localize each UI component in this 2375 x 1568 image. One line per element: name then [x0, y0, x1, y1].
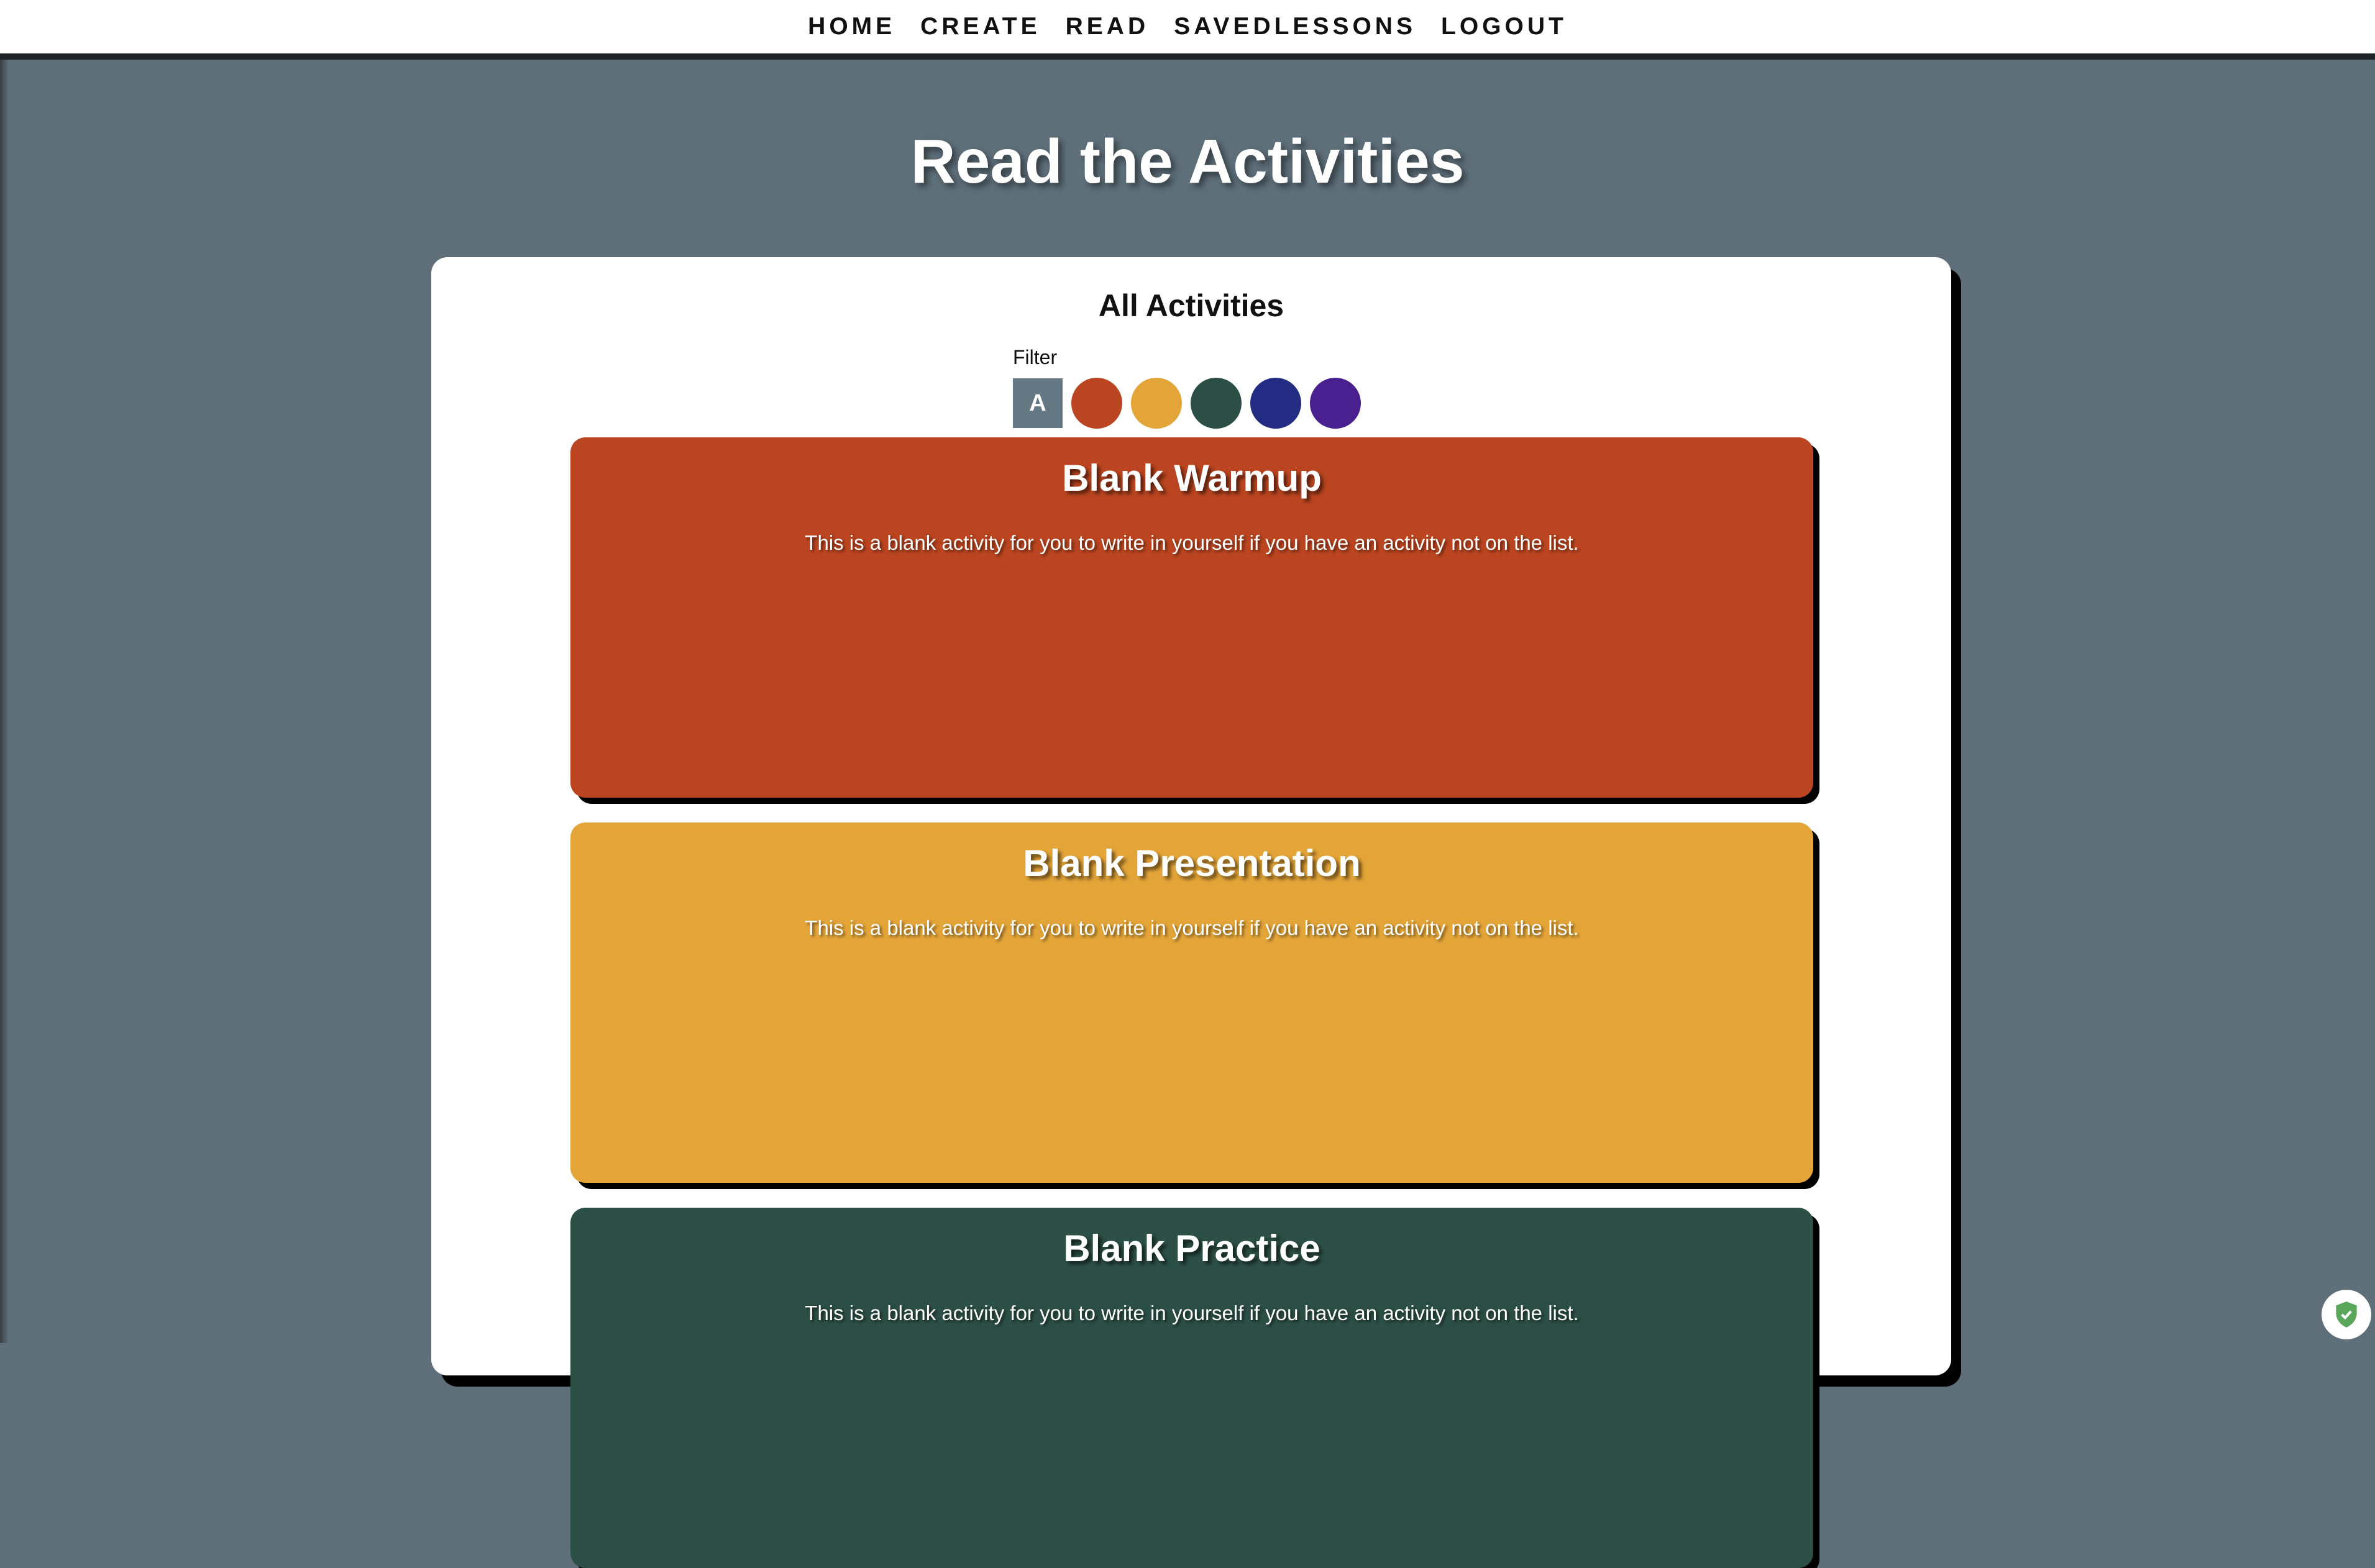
filter-practice-button[interactable] [1191, 378, 1242, 429]
activity-description: This is a blank activity for you to writ… [805, 531, 1579, 554]
filter-blue-button[interactable] [1250, 378, 1301, 429]
activity-title: Blank Warmup [1062, 457, 1322, 499]
activity-card-practice[interactable]: Blank Practice This is a blank activity … [570, 1208, 1813, 1568]
activity-card-warmup[interactable]: Blank Warmup This is a blank activity fo… [570, 437, 1813, 798]
nav-home-link[interactable]: HOME [808, 13, 895, 40]
activity-description: This is a blank activity for you to writ… [805, 1301, 1579, 1324]
filter-label: Filter [1013, 346, 1058, 368]
nav-read-link[interactable]: READ [1066, 13, 1150, 40]
left-edge-shadow [0, 0, 9, 1343]
nav-savedlessons-link[interactable]: SAVEDLESSONS [1174, 13, 1416, 40]
nav-logout-link[interactable]: LOGOUT [1441, 13, 1567, 40]
top-navigation: HOME CREATE READ SAVEDLESSONS LOGOUT [0, 0, 2375, 60]
activities-panel: All Activities Filter A Blank Warmup Thi… [431, 257, 1951, 1568]
panel-title: All Activities [1098, 288, 1284, 323]
filter-warmup-button[interactable] [1071, 378, 1122, 429]
nav-create-link[interactable]: CREATE [920, 13, 1040, 40]
filter-bar: A [1013, 378, 1361, 429]
activity-description: This is a blank activity for you to writ… [805, 916, 1579, 939]
activity-title: Blank Practice [1063, 1228, 1320, 1269]
shield-check-glyph [2336, 1301, 2357, 1328]
filter-purple-button[interactable] [1310, 378, 1361, 429]
shield-check-icon[interactable] [2322, 1290, 2371, 1339]
activity-card-presentation[interactable]: Blank Presentation This is a blank activ… [570, 823, 1813, 1183]
filter-presentation-button[interactable] [1131, 378, 1182, 429]
filter-all-button[interactable]: A [1013, 378, 1063, 428]
activity-title: Blank Presentation [1023, 842, 1361, 884]
page-title: Read the Activities [910, 127, 1465, 196]
